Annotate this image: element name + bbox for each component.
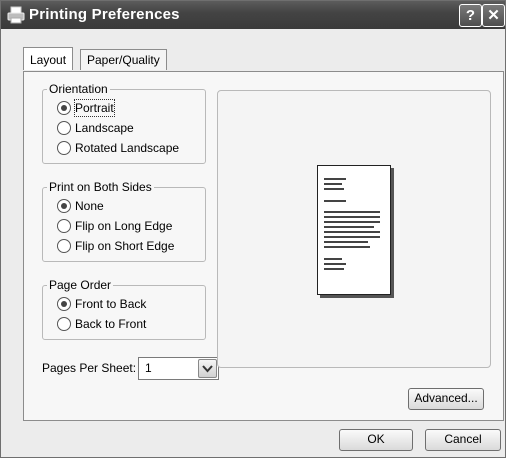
radio-portrait-label: Portrait bbox=[74, 99, 115, 117]
radio-back-to-front-label: Back to Front bbox=[75, 317, 147, 331]
orientation-legend: Orientation bbox=[49, 82, 108, 96]
dropdown-button[interactable] bbox=[198, 359, 217, 378]
radio-selected-icon[interactable] bbox=[57, 297, 71, 311]
radio-selected-icon[interactable] bbox=[57, 199, 71, 213]
radio-unselected-icon[interactable] bbox=[57, 239, 71, 253]
cancel-button[interactable]: Cancel bbox=[425, 429, 501, 451]
tab-paper-quality[interactable]: Paper/Quality bbox=[80, 49, 167, 70]
radio-landscape-label: Landscape bbox=[75, 121, 134, 135]
radio-unselected-icon[interactable] bbox=[57, 141, 71, 155]
page-preview-pane bbox=[217, 90, 491, 368]
radio-unselected-icon[interactable] bbox=[57, 121, 71, 135]
pages-per-sheet-value: 1 bbox=[145, 361, 152, 375]
radio-unselected-icon[interactable] bbox=[57, 219, 71, 233]
radio-unselected-icon[interactable] bbox=[57, 317, 71, 331]
orientation-group: Orientation Portrait Landscape Rotated L… bbox=[42, 82, 206, 164]
tab-layout[interactable]: Layout bbox=[23, 47, 74, 70]
radio-flip-short-edge-label: Flip on Short Edge bbox=[75, 239, 175, 253]
pages-per-sheet-label: Pages Per Sheet: bbox=[42, 361, 137, 375]
radio-front-to-back-label: Front to Back bbox=[75, 297, 147, 311]
page-order-legend: Page Order bbox=[49, 278, 112, 292]
printer-icon bbox=[7, 6, 25, 24]
title-bar[interactable]: Printing Preferences ? ✕ bbox=[1, 1, 505, 29]
advanced-button[interactable]: Advanced... bbox=[408, 388, 484, 410]
print-both-sides-legend: Print on Both Sides bbox=[49, 180, 152, 194]
layout-tab-panel: Orientation Portrait Landscape Rotated L… bbox=[23, 71, 504, 421]
page-preview-icon bbox=[317, 165, 391, 295]
printing-preferences-dialog: Printing Preferences ? ✕ Layout Paper/Qu… bbox=[0, 0, 506, 458]
radio-rotated-landscape-label: Rotated Landscape bbox=[75, 141, 180, 155]
help-button[interactable]: ? bbox=[459, 4, 482, 27]
window-title: Printing Preferences bbox=[29, 6, 180, 23]
page-order-group: Page Order Front to Back Back to Front bbox=[42, 278, 206, 340]
radio-selected-icon[interactable] bbox=[57, 101, 71, 115]
ok-button[interactable]: OK bbox=[339, 429, 413, 451]
chevron-down-icon bbox=[202, 365, 213, 373]
pages-per-sheet-select[interactable]: 1 bbox=[138, 357, 219, 380]
radio-flip-long-edge-label: Flip on Long Edge bbox=[75, 219, 173, 233]
print-both-sides-group: Print on Both Sides None Flip on Long Ed… bbox=[42, 180, 206, 262]
radio-none-label: None bbox=[75, 199, 104, 213]
close-button[interactable]: ✕ bbox=[482, 4, 505, 27]
